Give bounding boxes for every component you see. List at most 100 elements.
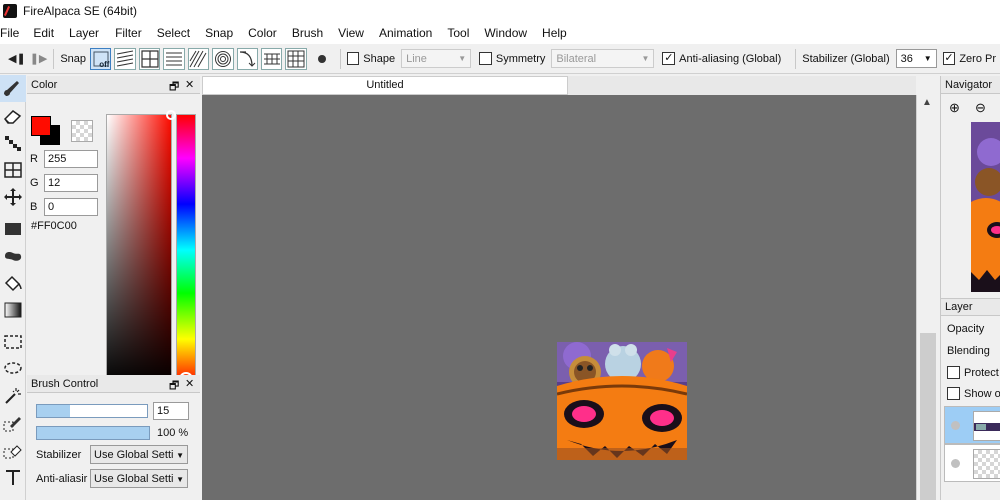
zero-checkbox[interactable]: ✓ — [942, 52, 956, 65]
scrollbar-thumb[interactable] — [920, 333, 936, 500]
close-icon[interactable]: ✕ — [185, 78, 194, 91]
text-tool[interactable] — [0, 463, 26, 490]
brush-size-slider[interactable] — [36, 404, 148, 418]
menu-layer[interactable]: Layer — [69, 26, 115, 40]
shape-select-value: Line — [406, 52, 427, 65]
b-input[interactable]: 0 — [44, 198, 98, 216]
select-tool[interactable] — [0, 328, 26, 355]
layer-row[interactable] — [944, 406, 1000, 444]
horizontal-lines-icon — [166, 52, 183, 65]
divider — [339, 48, 341, 69]
stabilizer-select[interactable]: 36 ▼ — [895, 49, 937, 68]
lasso-tool[interactable] — [0, 355, 26, 382]
menu-edit[interactable]: Edit — [33, 26, 69, 40]
eraser-tool[interactable] — [0, 102, 26, 129]
chevron-down-icon: ▼ — [176, 451, 184, 460]
color-panel: Color 🗗 ✕ R 255 G 12 B 0 #FF0C00 — [27, 76, 200, 386]
protect-checkbox[interactable] — [947, 366, 960, 379]
document-tab[interactable]: Untitled — [202, 76, 568, 95]
bucket-tool[interactable] — [0, 269, 26, 296]
snap-dot-icon[interactable] — [317, 54, 326, 63]
brush-stabilizer-select[interactable]: Use Global Setti ▼ — [90, 445, 188, 464]
right-panel: Navigator ⊕ ⊖ Layer Opacity Blending Pro… — [940, 76, 1000, 500]
brush-opacity-slider[interactable] — [36, 426, 150, 440]
zoom-out-icon[interactable]: ⊖ — [975, 100, 986, 116]
dot-tool[interactable] — [0, 129, 26, 156]
menu-help[interactable]: Help — [542, 26, 575, 40]
select-eraser-tool[interactable] — [0, 436, 26, 463]
canvas-artwork[interactable] — [557, 342, 687, 460]
transparent-color-swatch[interactable] — [71, 120, 93, 142]
brush-size-input[interactable]: 15 — [153, 402, 189, 420]
menu-filter[interactable]: Filter — [115, 26, 157, 40]
brush-tool[interactable] — [0, 75, 26, 102]
brush-antialias-value: Use Global Setti — [94, 472, 174, 485]
snap-crisscross-button[interactable] — [138, 47, 161, 70]
bucket-shape-tool[interactable] — [0, 242, 26, 269]
show-row[interactable]: Show o — [947, 387, 1000, 400]
g-input[interactable]: 12 — [44, 174, 98, 192]
brush-antialias-select[interactable]: Use Global Setti ▼ — [90, 469, 188, 488]
snap-concentric-button[interactable] — [212, 47, 234, 70]
canvas-area[interactable]: Untitled — [202, 76, 916, 500]
menu-select[interactable]: Select — [157, 26, 205, 40]
snap-3d-button[interactable] — [285, 47, 307, 70]
snap-curve-button[interactable] — [236, 47, 258, 70]
symmetry-select[interactable]: Bilateral ▼ — [551, 49, 655, 68]
snap-label: Snap — [60, 52, 87, 65]
scroll-up-icon[interactable]: ▲ — [922, 97, 932, 108]
select-pen-tool[interactable] — [0, 409, 26, 436]
snap-off-button[interactable]: off — [90, 47, 112, 70]
antialias-checkbox[interactable]: ✓ — [662, 52, 676, 65]
gradient-tool[interactable] — [0, 296, 26, 323]
color-area: R 255 G 12 B 0 #FF0C00 — [27, 94, 200, 386]
foreground-color-swatch[interactable] — [31, 116, 51, 136]
menu-file[interactable]: File — [0, 26, 33, 40]
transform-tool[interactable] — [0, 156, 26, 183]
show-checkbox[interactable] — [947, 387, 960, 400]
snap-vanish-button[interactable] — [163, 47, 185, 70]
visibility-eye-icon[interactable] — [951, 459, 960, 468]
r-row: R 255 — [30, 150, 98, 168]
saturation-value-picker[interactable] — [106, 110, 176, 386]
navigator-preview[interactable] — [971, 122, 1000, 292]
r-label: R — [30, 153, 38, 165]
rectangle-tool[interactable] — [0, 215, 26, 242]
menu-animation[interactable]: Animation — [379, 26, 447, 40]
visibility-eye-icon[interactable] — [951, 421, 960, 430]
grid-icon — [287, 50, 305, 67]
close-icon[interactable]: ✕ — [185, 377, 194, 390]
menu-snap[interactable]: Snap — [205, 26, 248, 40]
chevron-down-icon: ▼ — [641, 54, 650, 63]
toolbar: ◀❚ ❚▶ Snap off Shape Line ▼ Symmetry Bil… — [0, 44, 1000, 74]
symmetry-checkbox[interactable] — [479, 52, 492, 65]
document-tab-strip: Untitled — [202, 76, 916, 95]
select-pen-icon — [3, 416, 21, 431]
magic-wand-tool[interactable] — [0, 382, 26, 409]
snap-perspective-button[interactable] — [261, 47, 283, 70]
grid-cross-icon — [140, 49, 159, 68]
sv-marker[interactable] — [166, 110, 176, 120]
menu-window[interactable]: Window — [484, 26, 542, 40]
menu-color[interactable]: Color — [248, 26, 292, 40]
symmetry-select-value: Bilateral — [556, 52, 597, 65]
prev-frame-icon[interactable]: ◀❚ — [8, 50, 26, 68]
chevron-down-icon: ▼ — [458, 54, 467, 63]
shape-select[interactable]: Line ▼ — [401, 49, 472, 68]
snap-parallel-button[interactable] — [114, 47, 136, 70]
zoom-in-icon[interactable]: ⊕ — [949, 100, 960, 116]
menu-tool[interactable]: Tool — [447, 26, 484, 40]
menu-brush[interactable]: Brush — [292, 26, 338, 40]
float-panel-icon[interactable]: 🗗 — [169, 377, 179, 396]
menu-view[interactable]: View — [338, 26, 379, 40]
canvas-vertical-scrollbar[interactable]: ▲ — [916, 95, 938, 500]
protect-row[interactable]: Protect — [947, 366, 999, 379]
layer-row[interactable] — [944, 444, 1000, 482]
snap-radial-button[interactable] — [187, 47, 210, 70]
shape-checkbox[interactable] — [346, 52, 360, 65]
hue-slider[interactable] — [176, 114, 196, 386]
r-input[interactable]: 255 — [44, 150, 98, 168]
move-tool[interactable] — [0, 183, 26, 210]
next-frame-icon[interactable]: ❚▶ — [30, 50, 48, 68]
chevron-down-icon: ▼ — [923, 54, 932, 63]
